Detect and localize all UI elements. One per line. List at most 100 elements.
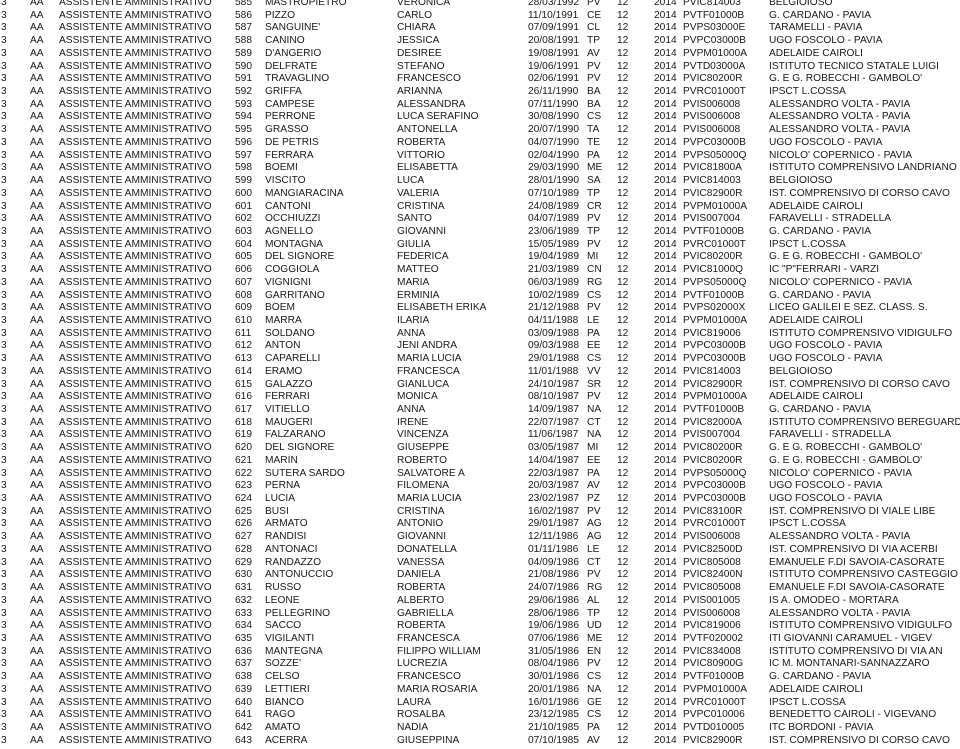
birth-date: 29/01/1988: [528, 353, 579, 365]
profile-code: AA: [30, 480, 44, 492]
area-code: 3: [1, 251, 7, 263]
profile-code: AA: [30, 327, 44, 339]
year: 2014: [654, 213, 677, 225]
first-name: LUCA: [397, 175, 425, 187]
position: 601: [235, 200, 252, 212]
profile-code: AA: [30, 416, 44, 428]
area-code: 3: [1, 493, 7, 505]
year: 2014: [654, 569, 677, 581]
table-row: 3 AA ASSISTENTE AMMINISTRATIVO 622 SUTER…: [0, 468, 960, 481]
position: 636: [235, 645, 252, 657]
province: CE: [587, 9, 602, 21]
surname: DEL SIGNORE: [265, 442, 335, 454]
birth-date: 04/07/1990: [528, 136, 579, 148]
area-code: 3: [1, 238, 7, 250]
score: 12: [617, 60, 629, 72]
school-code: PVTF01000B: [683, 404, 745, 415]
school-name: IPSCT L.COSSA: [769, 696, 846, 708]
surname: BOEMI: [265, 162, 298, 174]
school-code: PVPM01000A: [683, 47, 747, 59]
position: 614: [235, 365, 252, 377]
profile-code: AA: [30, 264, 44, 276]
area-code: 3: [1, 73, 7, 85]
area-code: 3: [1, 378, 7, 390]
school-code: PVTF01000B: [683, 671, 745, 683]
first-name: JESSICA: [397, 35, 440, 47]
year: 2014: [654, 136, 677, 148]
year: 2014: [654, 225, 677, 237]
first-name: ROSALBA: [397, 709, 446, 721]
ranking-table: 3 AA ASSISTENTE AMMINISTRATIVO 585 MASTR…: [0, 0, 960, 747]
area-code: 3: [1, 47, 7, 59]
school-name: G. CARDANO - PAVIA: [769, 9, 872, 21]
province: TA: [587, 124, 600, 136]
school-code: PVIC81000Q: [683, 264, 744, 276]
position: 593: [235, 98, 252, 110]
role: ASSISTENTE AMMINISTRATIVO: [59, 264, 212, 276]
school-code: PVPM01000A: [683, 200, 747, 212]
table-row: 3 AA ASSISTENTE AMMINISTRATIVO 606 COGGI…: [0, 264, 960, 277]
birth-date: 22/07/1987: [528, 416, 579, 428]
area-code: 3: [1, 264, 7, 276]
province: PV: [587, 238, 601, 250]
table-row: 3 AA ASSISTENTE AMMINISTRATIVO 593 CAMPE…: [0, 99, 960, 112]
school-name: EMANUELE F.DI SAVOIA-CASORATE: [769, 556, 945, 568]
area-code: 3: [1, 721, 7, 733]
year: 2014: [654, 607, 677, 619]
province: NA: [587, 683, 602, 695]
birth-date: 08/10/1987: [528, 391, 579, 403]
table-row: 3 AA ASSISTENTE AMMINISTRATIVO 631 RUSSO…: [0, 582, 960, 595]
school-name: BELGIOIOSO: [769, 0, 833, 8]
birth-date: 10/02/1989: [528, 289, 579, 301]
first-name: GABRIELLA: [397, 607, 454, 619]
table-row: 3 AA ASSISTENTE AMMINISTRATIVO 637 SOZZE…: [0, 658, 960, 671]
score: 12: [617, 136, 629, 148]
school-name: FARAVELLI - STRADELLA: [769, 213, 892, 225]
school-code: PVRC01000T: [683, 86, 746, 98]
table-row: 3 AA ASSISTENTE AMMINISTRATIVO 603 AGNEL…: [0, 226, 960, 239]
school-code: PVTF01000B: [683, 225, 745, 237]
birth-date: 04/11/1988: [528, 314, 579, 326]
surname: DE PETRIS: [265, 136, 319, 148]
year: 2014: [654, 353, 677, 365]
position: 628: [235, 543, 252, 555]
school-name: IST. COMPRENSIVO DI CORSO CAVO: [769, 734, 950, 746]
table-row: 3 AA ASSISTENTE AMMINISTRATIVO 596 DE PE…: [0, 137, 960, 150]
first-name: ILARIA: [397, 314, 430, 326]
table-row: 3 AA ASSISTENTE AMMINISTRATIVO 627 RANDI…: [0, 531, 960, 544]
year: 2014: [654, 187, 677, 199]
area-code: 3: [1, 696, 7, 708]
school-code: PVIS006008: [683, 607, 741, 619]
birth-date: 19/08/1991: [528, 47, 579, 59]
table-row: 3 AA ASSISTENTE AMMINISTRATIVO 626 ARMAT…: [0, 518, 960, 531]
profile-code: AA: [30, 35, 44, 47]
position: 631: [235, 582, 252, 594]
profile-code: AA: [30, 302, 44, 314]
year: 2014: [654, 683, 677, 695]
school-code: PVIC82900R: [683, 187, 743, 199]
birth-date: 30/01/1986: [528, 671, 579, 683]
year: 2014: [654, 60, 677, 72]
birth-date: 04/07/1989: [528, 213, 579, 225]
school-code: PVIC80200R: [683, 442, 743, 454]
score: 12: [617, 98, 629, 110]
role: ASSISTENTE AMMINISTRATIVO: [59, 111, 212, 123]
birth-date: 06/03/1989: [528, 276, 579, 288]
year: 2014: [654, 594, 677, 606]
first-name: GIUSEPPINA: [397, 734, 460, 746]
role: ASSISTENTE AMMINISTRATIVO: [59, 620, 212, 632]
year: 2014: [654, 734, 677, 746]
score: 12: [617, 683, 629, 695]
area-code: 3: [1, 429, 7, 441]
birth-date: 07/10/1989: [528, 187, 579, 199]
school-code: PVIC83100R: [683, 505, 743, 517]
profile-code: AA: [30, 404, 44, 415]
profile-code: AA: [30, 632, 44, 644]
year: 2014: [654, 0, 677, 8]
birth-date: 29/01/1987: [528, 518, 579, 530]
surname: MARRA: [265, 314, 302, 326]
province: CS: [587, 289, 602, 301]
province: AV: [587, 47, 600, 59]
table-row: 3 AA ASSISTENTE AMMINISTRATIVO 620 DEL S…: [0, 442, 960, 455]
first-name: FRANCESCA: [397, 365, 460, 377]
